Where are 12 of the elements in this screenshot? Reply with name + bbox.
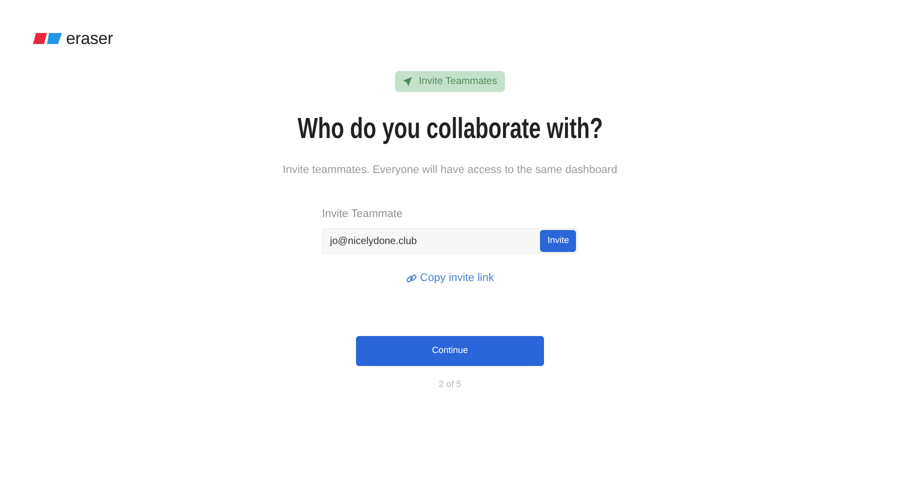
subtitle: Invite teammates. Everyone will have access to the same dashboard	[282, 162, 618, 178]
field-label: Invite Teammate	[322, 207, 404, 222]
badge-label: Invite Teammates	[418, 75, 498, 89]
logo-text: eraser	[66, 28, 113, 50]
link-icon	[406, 273, 417, 284]
logo-icon	[33, 33, 62, 44]
invite-button[interactable]: Invite	[540, 230, 576, 252]
step-indicator: 2 of 5	[438, 378, 462, 391]
copy-invite-link[interactable]: Copy invite link	[406, 270, 494, 287]
paper-plane-icon	[402, 77, 412, 86]
page-heading: Who do you collaborate with?	[297, 112, 603, 147]
continue-button[interactable]: Continue	[356, 336, 544, 366]
